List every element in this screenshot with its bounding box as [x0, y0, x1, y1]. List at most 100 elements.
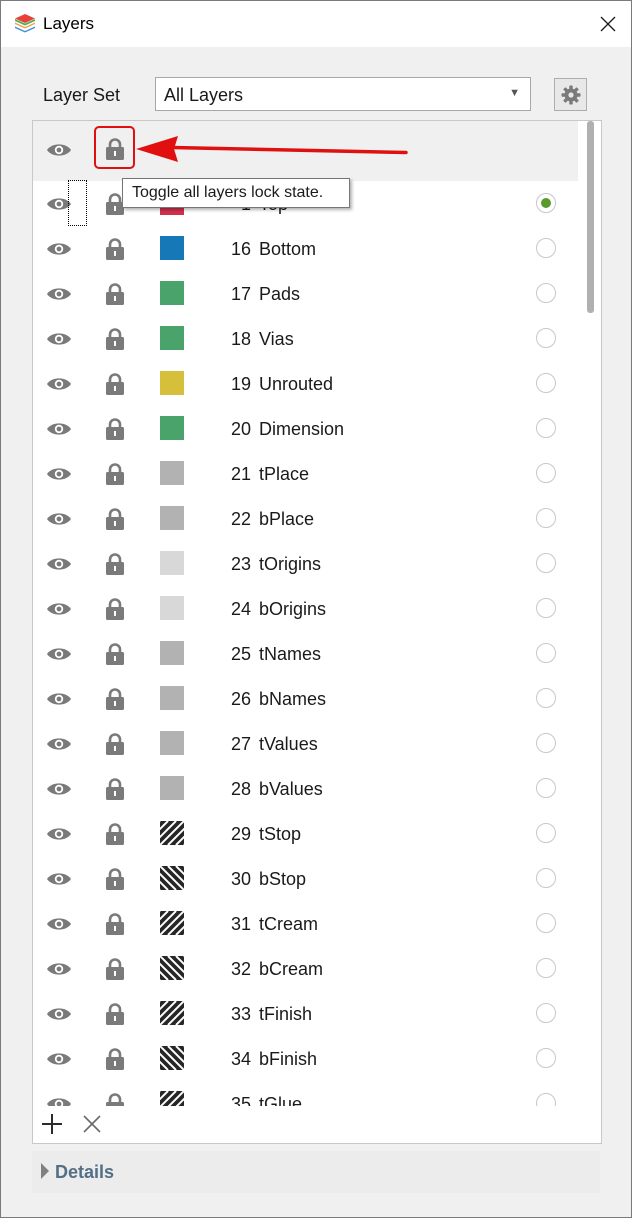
active-layer-radio[interactable] — [536, 868, 556, 888]
active-layer-radio[interactable] — [536, 193, 556, 213]
close-button[interactable] — [585, 1, 631, 47]
eye-icon[interactable] — [46, 736, 72, 752]
eye-icon[interactable] — [46, 466, 72, 482]
layer-row[interactable]: 19 Unrouted — [33, 361, 578, 406]
layer-row[interactable]: 26 bNames — [33, 676, 578, 721]
active-layer-radio[interactable] — [536, 418, 556, 438]
lock-icon[interactable] — [105, 778, 125, 800]
layer-set-dropdown[interactable]: All Layers ▼ — [155, 77, 531, 111]
lock-icon[interactable] — [105, 463, 125, 485]
eye-icon[interactable] — [46, 376, 72, 392]
active-layer-radio[interactable] — [536, 958, 556, 978]
eye-icon[interactable] — [46, 781, 72, 797]
lock-icon[interactable] — [105, 283, 125, 305]
lock-icon[interactable] — [105, 1003, 125, 1025]
layer-row[interactable]: 22 bPlace — [33, 496, 578, 541]
eye-icon[interactable] — [46, 601, 72, 617]
layer-row[interactable]: 32 bCream — [33, 946, 578, 991]
layer-color-swatch[interactable] — [160, 281, 184, 305]
lock-icon[interactable] — [105, 508, 125, 530]
lock-icon[interactable] — [105, 688, 125, 710]
lock-icon[interactable] — [105, 328, 125, 350]
lock-icon[interactable] — [105, 643, 125, 665]
layers-scrollbar[interactable] — [579, 121, 601, 1106]
layer-color-swatch[interactable] — [160, 326, 184, 350]
layer-row[interactable]: 31 tCream — [33, 901, 578, 946]
layer-color-swatch[interactable] — [160, 416, 184, 440]
active-layer-radio[interactable] — [536, 238, 556, 258]
active-layer-radio[interactable] — [536, 913, 556, 933]
lock-icon[interactable] — [105, 553, 125, 575]
active-layer-radio[interactable] — [536, 1003, 556, 1023]
eye-icon[interactable] — [46, 1006, 72, 1022]
layer-row[interactable]: 23 tOrigins — [33, 541, 578, 586]
layer-color-swatch[interactable] — [160, 551, 184, 575]
active-layer-radio[interactable] — [536, 733, 556, 753]
layer-row[interactable]: 21 tPlace — [33, 451, 578, 496]
lock-icon[interactable] — [105, 238, 125, 260]
active-layer-radio[interactable] — [536, 598, 556, 618]
lock-icon[interactable] — [105, 913, 125, 935]
lock-icon[interactable] — [105, 868, 125, 890]
eye-icon[interactable] — [46, 556, 72, 572]
active-layer-radio[interactable] — [536, 283, 556, 303]
active-layer-radio[interactable] — [536, 1093, 556, 1106]
eye-icon[interactable] — [46, 646, 72, 662]
layer-color-swatch[interactable] — [160, 461, 184, 485]
lock-icon[interactable] — [105, 733, 125, 755]
layer-color-swatch[interactable] — [160, 911, 184, 935]
active-layer-radio[interactable] — [536, 463, 556, 483]
layer-color-swatch[interactable] — [160, 776, 184, 800]
active-layer-radio[interactable] — [536, 373, 556, 393]
active-layer-radio[interactable] — [536, 688, 556, 708]
layer-color-swatch[interactable] — [160, 236, 184, 260]
eye-icon[interactable] — [46, 691, 72, 707]
layer-color-swatch[interactable] — [160, 596, 184, 620]
eye-icon[interactable] — [46, 331, 72, 347]
eye-icon[interactable] — [46, 961, 72, 977]
layer-color-swatch[interactable] — [160, 1001, 184, 1025]
layer-color-swatch[interactable] — [160, 956, 184, 980]
eye-icon[interactable] — [46, 421, 72, 437]
eye-icon[interactable] — [46, 826, 72, 842]
eye-icon[interactable] — [46, 916, 72, 932]
layer-color-swatch[interactable] — [160, 821, 184, 845]
layer-color-swatch[interactable] — [160, 866, 184, 890]
layer-color-swatch[interactable] — [160, 371, 184, 395]
lock-icon[interactable] — [105, 373, 125, 395]
lock-icon[interactable] — [105, 1048, 125, 1070]
layer-row[interactable]: 16 Bottom — [33, 226, 578, 271]
lock-icon[interactable] — [105, 598, 125, 620]
toggle-all-visibility-icon[interactable] — [46, 142, 72, 158]
lock-icon[interactable] — [105, 1093, 125, 1106]
layer-row[interactable]: 35 tGlue — [33, 1081, 578, 1106]
eye-icon[interactable] — [46, 511, 72, 527]
layer-color-swatch[interactable] — [160, 686, 184, 710]
layer-row[interactable]: 29 tStop — [33, 811, 578, 856]
layer-color-swatch[interactable] — [160, 731, 184, 755]
scrollbar-thumb[interactable] — [587, 121, 594, 313]
lock-icon[interactable] — [105, 958, 125, 980]
layer-color-swatch[interactable] — [160, 506, 184, 530]
layer-color-swatch[interactable] — [160, 1091, 184, 1106]
layer-row[interactable]: 30 bStop — [33, 856, 578, 901]
eye-icon[interactable] — [46, 286, 72, 302]
layer-row[interactable]: 24 bOrigins — [33, 586, 578, 631]
active-layer-radio[interactable] — [536, 553, 556, 573]
eye-icon[interactable] — [46, 241, 72, 257]
layer-color-swatch[interactable] — [160, 641, 184, 665]
eye-icon[interactable] — [46, 1096, 72, 1106]
layer-row[interactable]: 17 Pads — [33, 271, 578, 316]
active-layer-radio[interactable] — [536, 778, 556, 798]
layer-row[interactable]: 18 Vias — [33, 316, 578, 361]
layer-set-settings-button[interactable] — [554, 78, 587, 111]
layer-color-swatch[interactable] — [160, 1046, 184, 1070]
active-layer-radio[interactable] — [536, 508, 556, 528]
layer-row[interactable]: 33 tFinish — [33, 991, 578, 1036]
layer-row[interactable]: 25 tNames — [33, 631, 578, 676]
eye-icon[interactable] — [46, 871, 72, 887]
active-layer-radio[interactable] — [536, 328, 556, 348]
lock-icon[interactable] — [105, 823, 125, 845]
active-layer-radio[interactable] — [536, 823, 556, 843]
details-section[interactable]: Details — [32, 1151, 600, 1193]
